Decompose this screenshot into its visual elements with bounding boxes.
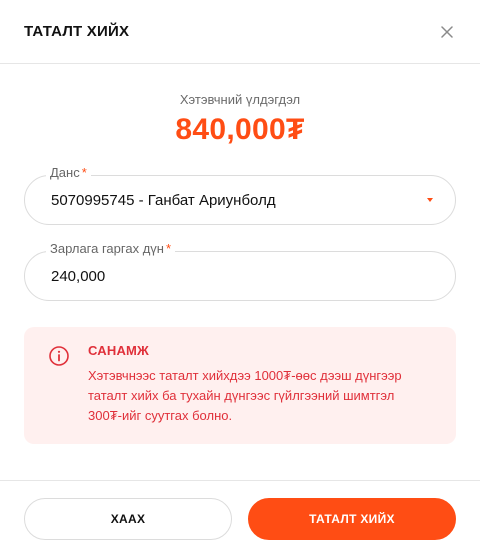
- balance-label: Хэтэвчний үлдэгдэл: [179, 92, 301, 107]
- chevron-down-icon[interactable]: [427, 198, 433, 202]
- close-button[interactable]: ХААХ: [24, 497, 232, 540]
- alert-body: САНАМЖ Хэтэвчнээс таталт хийхдээ 1000₮-ө…: [88, 343, 402, 426]
- submit-withdrawal-button[interactable]: ТАТАЛТ ХИЙХ: [248, 497, 456, 540]
- amount-input[interactable]: 240,000: [24, 251, 456, 301]
- amount-field-label: Зарлага гаргах дүн *: [46, 241, 176, 256]
- account-field[interactable]: Данс * 5070995745 - Ганбат Ариунболд: [24, 165, 456, 225]
- alert-line: 300₮-ийг суутгах болно.: [88, 408, 233, 423]
- alert-line: Хэтэвчнээс таталт хийхдээ 1000₮-өөс дээш…: [88, 368, 402, 383]
- wallet-balance: Хэтэвчний үлдэгдэл 840,000₮: [0, 64, 480, 147]
- account-select[interactable]: 5070995745 - Ганбат Ариунболд: [24, 175, 456, 225]
- amount-label-text: Зарлага гаргах дүн: [50, 241, 164, 256]
- account-field-label: Данс *: [46, 165, 91, 180]
- dialog-footer: ХААХ ТАТАЛТ ХИЙХ: [0, 480, 480, 556]
- close-icon[interactable]: [438, 23, 456, 41]
- info-icon: [48, 345, 70, 367]
- account-label-text: Данс: [50, 165, 80, 180]
- dialog-header: ТАТАЛТ ХИЙХ: [0, 0, 480, 64]
- required-mark: *: [81, 165, 87, 180]
- alert-title: САНАМЖ: [88, 343, 150, 358]
- dialog-title: ТАТАЛТ ХИЙХ: [24, 23, 130, 40]
- amount-input-value: 240,000: [51, 267, 106, 285]
- required-mark: *: [165, 241, 172, 256]
- alert-line: таталт хийх ба тухайн дүнгээс гүйлгээний…: [88, 388, 395, 403]
- balance-amount: 840,000₮: [175, 113, 305, 146]
- alert-text: Хэтэвчнээс таталт хийхдээ 1000₮-өөс дээш…: [88, 366, 402, 426]
- amount-field[interactable]: Зарлага гаргах дүн * 240,000: [24, 241, 456, 301]
- account-select-value: 5070995745 - Ганбат Ариунболд: [51, 191, 276, 209]
- warning-alert: САНАМЖ Хэтэвчнээс таталт хийхдээ 1000₮-ө…: [24, 327, 456, 444]
